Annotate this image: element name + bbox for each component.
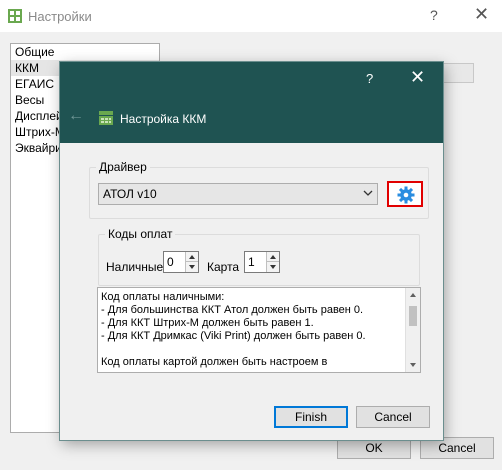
cash-code-increment-button[interactable] bbox=[186, 252, 198, 262]
dialog-close-button[interactable]: ✕ bbox=[410, 67, 425, 88]
arrow-down-icon bbox=[270, 265, 276, 269]
settings-titlebar: Настройки ? ✕ bbox=[0, 0, 502, 32]
info-line: - Для большинства ККТ Атол должен быть р… bbox=[101, 304, 364, 316]
info-line: - Для ККТ Дримкас (Viki Print) должен бы… bbox=[101, 330, 366, 342]
dialog-body: Драйвер АТОЛ v10 Коды оплат Наличные 0 К… bbox=[60, 143, 443, 440]
card-code-label: Карта bbox=[207, 260, 240, 274]
payment-codes-group-label: Коды оплат bbox=[105, 227, 176, 241]
card-code-increment-button[interactable] bbox=[267, 252, 279, 262]
payment-codes-group: Коды оплат Наличные 0 Карта 1 bbox=[98, 227, 420, 286]
driver-select-value: АТОЛ v10 bbox=[103, 187, 157, 201]
info-line: Код оплаты картой должен быть настроем в bbox=[101, 356, 328, 368]
cash-register-icon bbox=[99, 111, 113, 125]
scroll-down-icon[interactable] bbox=[410, 363, 416, 367]
app-icon bbox=[8, 9, 22, 23]
cash-code-decrement-button[interactable] bbox=[186, 262, 198, 272]
dialog-header: ? ✕ ← Настройка ККМ bbox=[60, 62, 443, 143]
info-line: - Для ККТ Штрих-М должен быть равен 1. bbox=[101, 317, 314, 329]
driver-group: Драйвер АТОЛ v10 bbox=[89, 160, 429, 219]
back-arrow-icon[interactable]: ← bbox=[68, 107, 84, 125]
card-code-stepper[interactable]: 1 bbox=[244, 251, 280, 273]
settings-close-button[interactable]: ✕ bbox=[474, 4, 489, 25]
gear-icon bbox=[397, 186, 415, 204]
settings-title: Настройки bbox=[28, 9, 92, 24]
kkm-settings-dialog: ? ✕ ← Настройка ККМ Драйвер АТОЛ v10 Код… bbox=[60, 62, 443, 440]
dialog-cancel-button[interactable]: Cancel bbox=[356, 406, 430, 428]
card-code-stepper-buttons bbox=[266, 252, 279, 272]
driver-settings-button[interactable] bbox=[387, 181, 423, 207]
scrollbar-thumb[interactable] bbox=[409, 306, 417, 326]
cash-code-stepper[interactable]: 0 bbox=[163, 251, 199, 273]
cash-code-label: Наличные bbox=[106, 260, 164, 274]
chevron-down-icon bbox=[363, 190, 373, 196]
card-code-decrement-button[interactable] bbox=[267, 262, 279, 272]
payment-codes-info-text[interactable]: Код оплаты наличными: - Для большинства … bbox=[97, 287, 421, 373]
scroll-up-icon[interactable] bbox=[410, 293, 416, 297]
arrow-up-icon bbox=[189, 255, 195, 259]
info-scrollbar[interactable] bbox=[405, 288, 420, 372]
info-line: Код оплаты наличными: bbox=[101, 291, 225, 303]
arrow-up-icon bbox=[270, 255, 276, 259]
dialog-title: Настройка ККМ bbox=[120, 112, 207, 126]
finish-button[interactable]: Finish bbox=[274, 406, 348, 428]
arrow-down-icon bbox=[189, 265, 195, 269]
cash-code-value: 0 bbox=[167, 255, 174, 269]
sidebar-item-general[interactable]: Общие bbox=[11, 44, 159, 60]
settings-cancel-button[interactable]: Cancel bbox=[420, 437, 494, 459]
driver-select[interactable]: АТОЛ v10 bbox=[98, 183, 378, 205]
settings-ok-button[interactable]: OK bbox=[337, 437, 411, 459]
card-code-value: 1 bbox=[248, 255, 255, 269]
cash-code-stepper-buttons bbox=[185, 252, 198, 272]
dialog-help-button[interactable]: ? bbox=[366, 71, 373, 86]
driver-group-label: Драйвер bbox=[96, 160, 150, 174]
settings-help-button[interactable]: ? bbox=[430, 7, 438, 23]
